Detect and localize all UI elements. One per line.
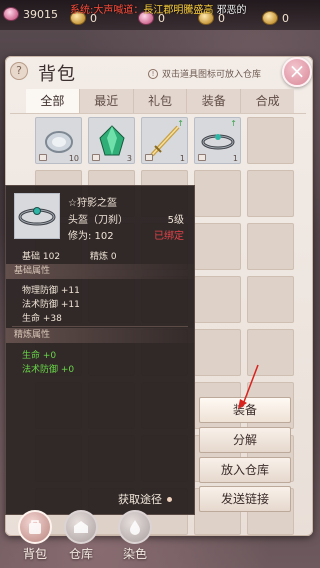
decompose-button[interactable]: 分解 bbox=[199, 427, 291, 453]
dot-icon bbox=[167, 496, 172, 502]
refine-attr: 生命 +0 bbox=[22, 351, 57, 361]
acquire-source-link[interactable]: 获取途径 bbox=[118, 491, 172, 507]
refine-attr: 法术防御 +0 bbox=[22, 365, 75, 375]
tab-all[interactable]: 全部 bbox=[26, 89, 80, 113]
gold-value: 39015 bbox=[23, 7, 58, 21]
inventory-slot[interactable] bbox=[247, 170, 294, 217]
inventory-item[interactable]: 3 bbox=[88, 117, 135, 164]
tab-crafting[interactable]: 合成 bbox=[241, 89, 294, 113]
upgrade-arrow-icon: ↑ bbox=[230, 119, 237, 128]
inventory-slot[interactable] bbox=[194, 276, 241, 323]
item-cultivation: 修为: 102 bbox=[68, 231, 114, 242]
bottom-nav: 背包 仓库 染色 bbox=[0, 510, 320, 568]
item-level: 5级 bbox=[167, 215, 184, 226]
broadcast-player: 長江郡明騰盛高 bbox=[143, 5, 214, 14]
store-warehouse-button[interactable]: 放入仓库 bbox=[199, 457, 291, 483]
item-quantity: 1 bbox=[179, 154, 185, 163]
currency-4: 0 bbox=[262, 10, 289, 26]
close-button[interactable]: × bbox=[282, 57, 312, 87]
bag-hint: ! 双击道具图标可放入仓库 bbox=[148, 67, 261, 80]
jade-headband-icon bbox=[18, 207, 56, 226]
inventory-slot[interactable] bbox=[247, 117, 294, 164]
nav-label: 染色 bbox=[122, 547, 147, 561]
page-title: 背包 bbox=[38, 64, 76, 85]
nav-dye[interactable]: 染色 bbox=[110, 510, 160, 568]
base-score: 基础 102 bbox=[22, 252, 61, 262]
refine-score: 精炼 0 bbox=[90, 252, 117, 262]
inventory-item[interactable]: 1 ↑ bbox=[194, 117, 241, 164]
system-broadcast: 系统:大声喊道：長江郡明騰盛高 邪恶的 bbox=[70, 1, 265, 14]
item-slot-type: 头盔（刀刹） bbox=[68, 215, 128, 226]
lock-icon bbox=[92, 154, 100, 161]
base-attr: 法术防御 +11 bbox=[22, 300, 80, 310]
nav-bag[interactable]: 背包 bbox=[10, 510, 60, 568]
broadcast-text: 邪恶的 bbox=[216, 5, 247, 14]
inventory-item[interactable]: 1 ↑ bbox=[141, 117, 188, 164]
inventory-item[interactable]: 10 bbox=[35, 117, 82, 164]
broadcast-prefix: 系统:大声喊道： bbox=[70, 5, 144, 14]
item-quantity: 1 bbox=[232, 154, 238, 163]
refine-attr-header: 精炼属性 bbox=[6, 328, 194, 343]
inventory-slot[interactable] bbox=[247, 276, 294, 323]
upgrade-arrow-icon: ↑ bbox=[177, 119, 184, 128]
item-quantity: 10 bbox=[68, 154, 79, 163]
lock-icon bbox=[198, 154, 206, 161]
bound-status: 已绑定 bbox=[154, 231, 184, 242]
source-label: 获取途径 bbox=[118, 493, 162, 506]
gold-icon bbox=[3, 7, 19, 21]
pointer-arrow-icon bbox=[238, 364, 259, 409]
tab-equipment[interactable]: 装备 bbox=[187, 89, 242, 113]
currency-bar: 39015 0 0 0 0 系统:大声喊道：長江郡明騰盛高 邪恶的 bbox=[0, 0, 320, 30]
currency-gold: 39015 bbox=[3, 6, 58, 22]
base-attr: 生命 +38 bbox=[22, 314, 62, 324]
help-button[interactable]: ? bbox=[10, 62, 28, 80]
lock-icon bbox=[39, 154, 47, 161]
item-name: ☆狩影之盔 bbox=[68, 198, 117, 209]
info-icon: ! bbox=[148, 68, 158, 79]
send-link-button[interactable]: 发送链接 bbox=[199, 486, 291, 512]
lock-icon bbox=[145, 154, 153, 161]
nav-label: 仓库 bbox=[68, 547, 93, 561]
tooltip-item-icon bbox=[14, 193, 60, 239]
base-attr-header: 基础属性 bbox=[6, 264, 194, 279]
nav-label: 背包 bbox=[22, 547, 47, 561]
backpack-icon bbox=[18, 510, 52, 544]
nav-warehouse[interactable]: 仓库 bbox=[56, 510, 106, 568]
warehouse-icon bbox=[64, 510, 98, 544]
dye-icon bbox=[118, 510, 152, 544]
inventory-slot[interactable] bbox=[247, 223, 294, 270]
hint-text: 双击道具图标可放入仓库 bbox=[162, 70, 262, 80]
inventory-slot[interactable] bbox=[194, 223, 241, 270]
item-tooltip: ☆狩影之盔 头盔（刀刹） 5级 修为: 102 已绑定 基础 102 精炼 0 … bbox=[5, 185, 195, 515]
tab-recent[interactable]: 最近 bbox=[79, 89, 134, 113]
bag-tabs: 全部 最近 礼包 装备 合成 bbox=[26, 89, 294, 113]
item-quantity: 3 bbox=[126, 154, 132, 163]
tabs-divider bbox=[10, 113, 306, 114]
inventory-slot[interactable] bbox=[194, 170, 241, 217]
currency-value: 0 bbox=[282, 11, 289, 25]
base-attr: 物理防御 +11 bbox=[22, 286, 80, 296]
divider bbox=[12, 326, 188, 327]
tab-gift[interactable]: 礼包 bbox=[133, 89, 188, 113]
